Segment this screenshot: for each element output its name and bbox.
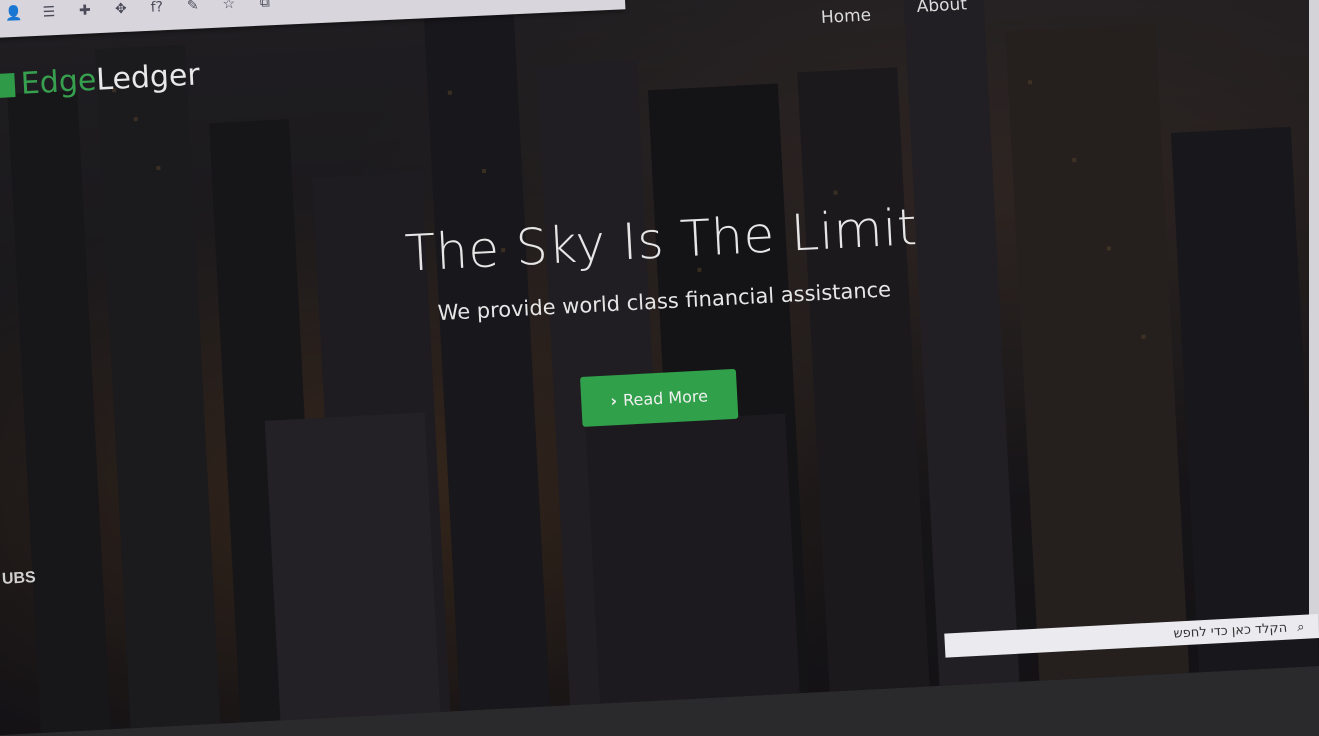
move-icon[interactable]: ✥: [113, 1, 130, 18]
search-icon: ⌕: [1296, 619, 1305, 635]
read-more-button[interactable]: › Read More: [580, 368, 739, 427]
logo-edge-text: Edge: [19, 62, 98, 102]
nav-home-link[interactable]: Home: [820, 5, 871, 28]
star-icon[interactable]: ☆: [220, 0, 237, 13]
user-icon[interactable]: 👤: [5, 6, 23, 23]
ubs-building-sign: UBS: [1, 569, 37, 588]
function-icon[interactable]: f?: [149, 0, 166, 16]
eyedropper-icon[interactable]: ✎: [184, 0, 201, 14]
puzzle-icon[interactable]: ✚: [77, 2, 94, 19]
logo-mark-icon: [0, 72, 16, 98]
playlist-icon[interactable]: ☰: [41, 4, 58, 21]
chevron-right-icon: ›: [609, 390, 618, 410]
read-more-label: Read More: [622, 385, 709, 410]
logo-ledger-text: Ledger: [95, 57, 201, 98]
window-edge: [1309, 0, 1319, 638]
nav-about-link[interactable]: About: [916, 0, 968, 23]
nav-cases-link[interactable]: Cases: [1012, 0, 1064, 18]
bookmark-icon[interactable]: ⧉: [256, 0, 273, 11]
